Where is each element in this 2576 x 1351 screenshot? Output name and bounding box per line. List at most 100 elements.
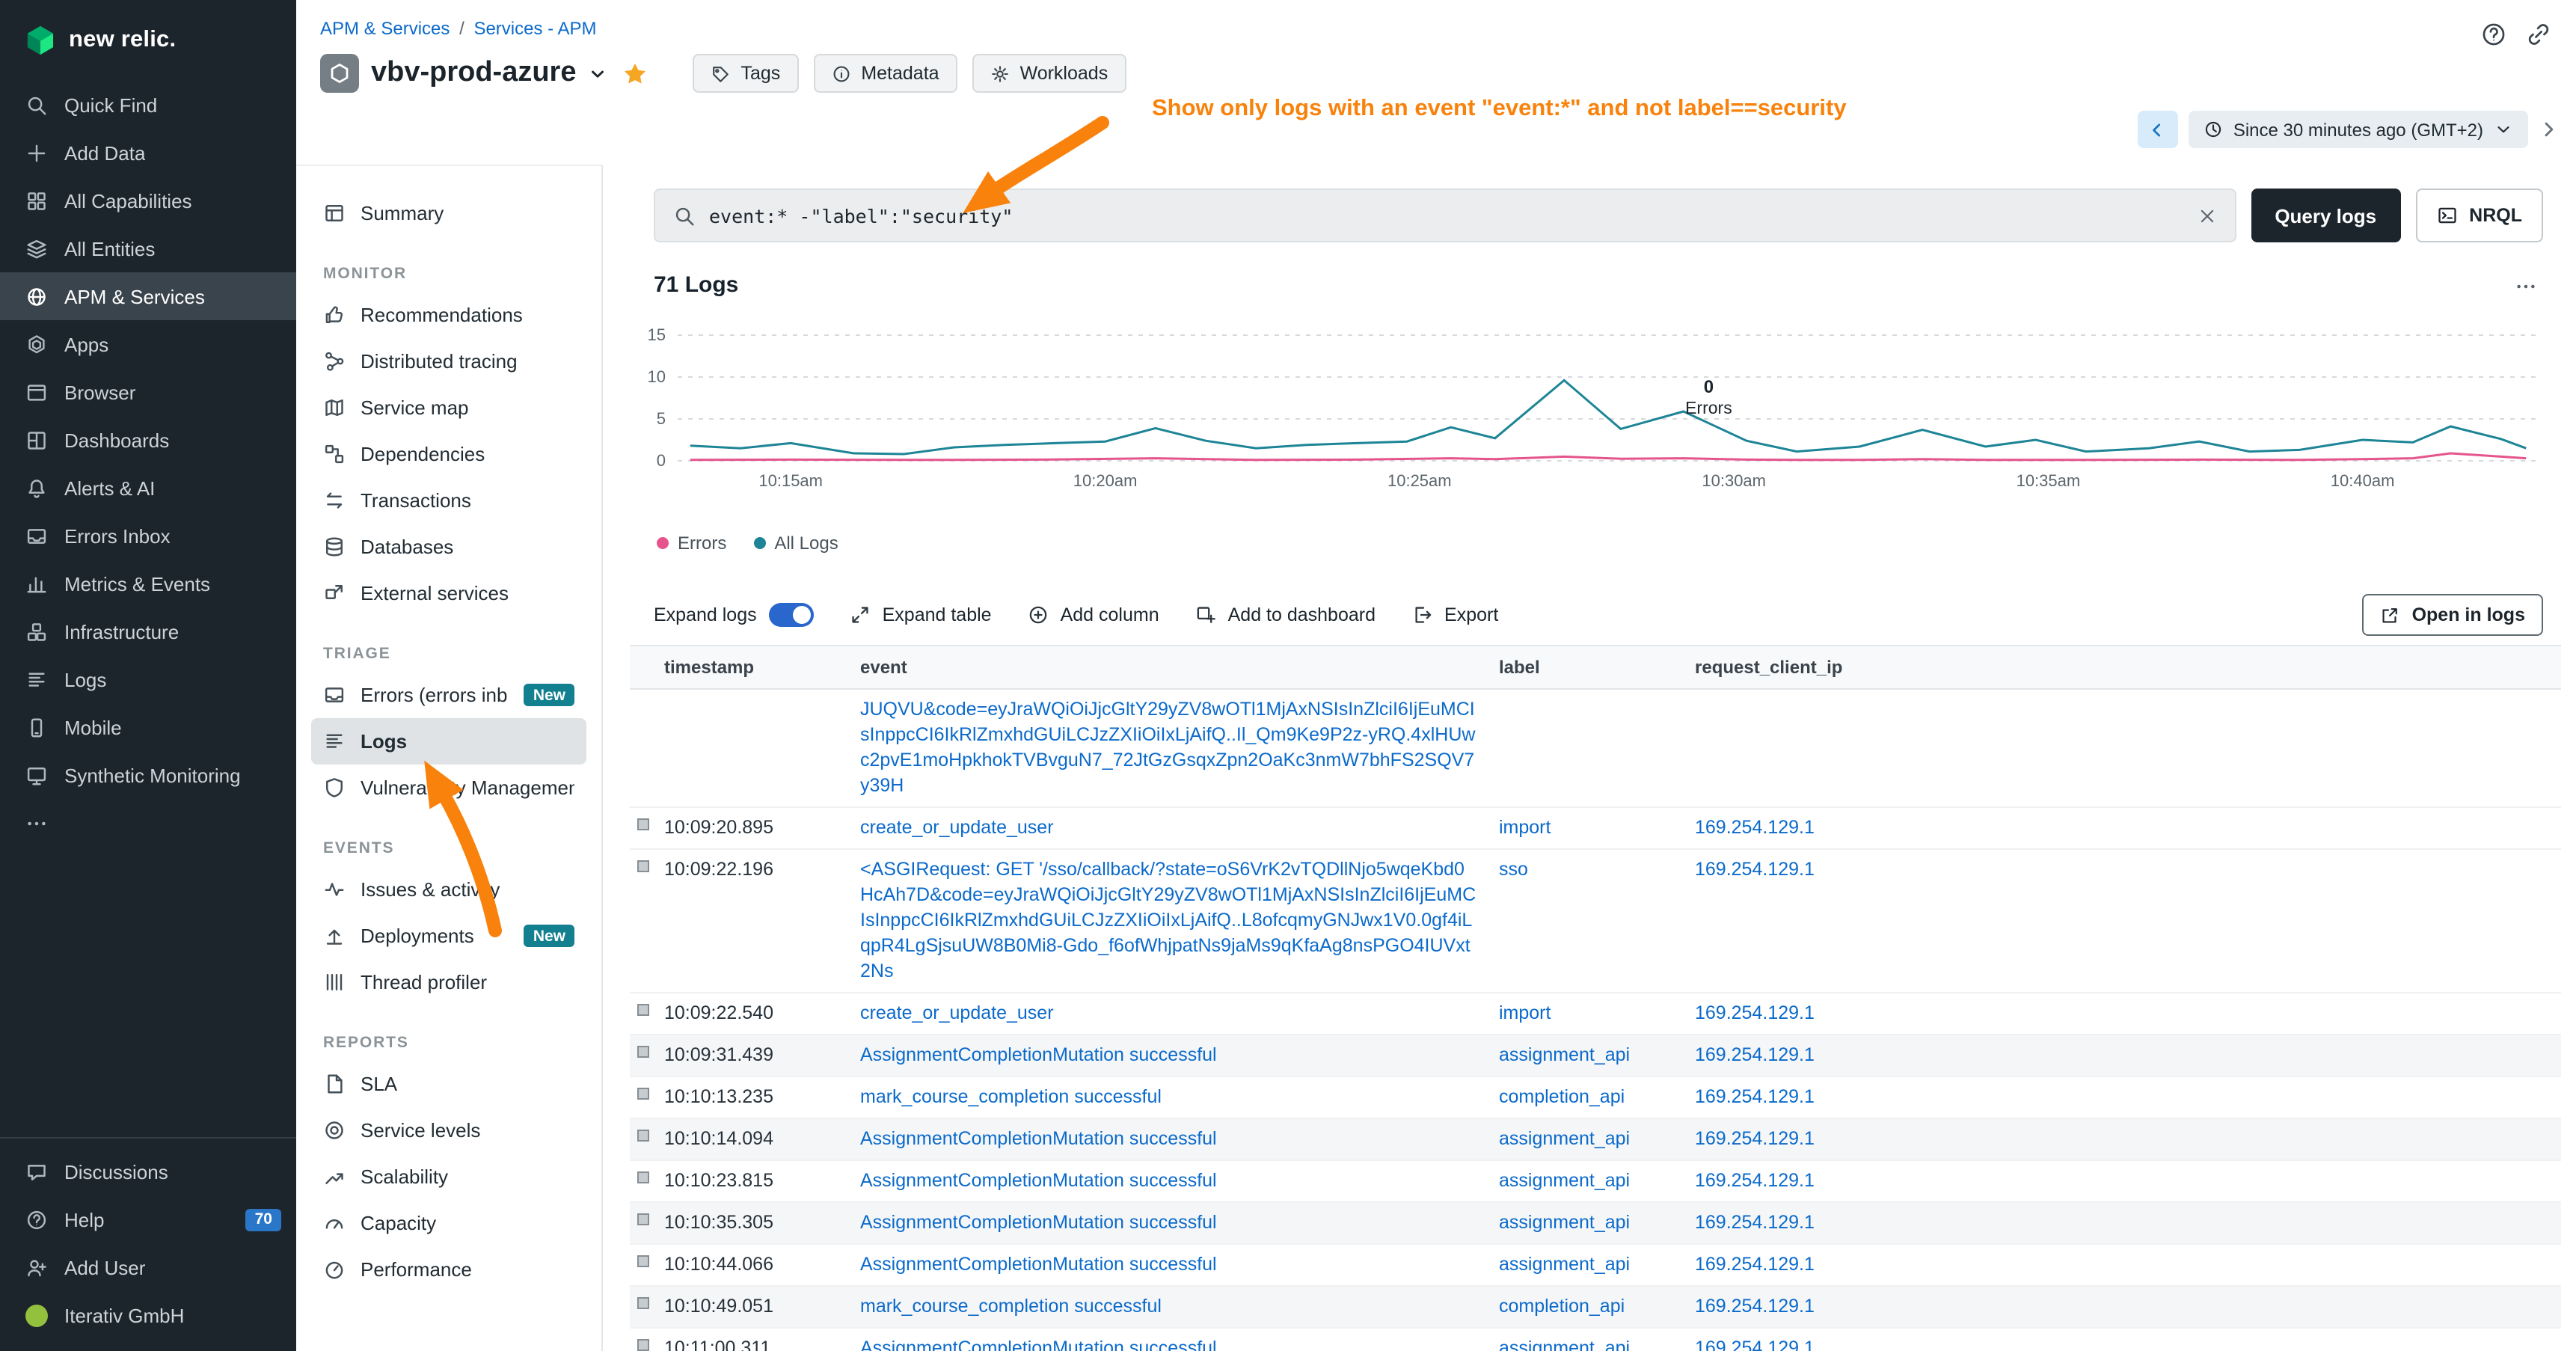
log-row[interactable]: 10:10:44.066AssignmentCompletionMutation… — [630, 1245, 2561, 1287]
log-label-link[interactable]: assignment_api — [1499, 1044, 1630, 1065]
entity-menu-chevron-icon[interactable] — [589, 64, 608, 83]
column-header-timestamp[interactable]: timestamp — [660, 646, 853, 688]
log-event-link[interactable]: AssignmentCompletionMutation successful — [860, 1212, 1217, 1233]
subnav-item-performance[interactable]: Performance — [311, 1246, 586, 1293]
log-ip-link[interactable]: 169.254.129.1 — [1695, 817, 1815, 838]
log-event-link[interactable]: create_or_update_user — [860, 1002, 1054, 1023]
breadcrumb-link-apm-services[interactable]: APM & Services — [320, 18, 450, 39]
sidebar-item-discussions[interactable]: Discussions — [0, 1148, 296, 1195]
log-label-link[interactable]: import — [1499, 1002, 1551, 1023]
copy-link-icon[interactable] — [2525, 21, 2552, 48]
row-checkbox[interactable] — [637, 1088, 649, 1100]
column-header-request_client_ip[interactable]: request_client_ip — [1687, 646, 2561, 688]
time-back-button[interactable] — [2138, 111, 2178, 148]
log-ip-link[interactable]: 169.254.129.1 — [1695, 1002, 1815, 1023]
log-row[interactable]: 10:10:14.094AssignmentCompletionMutation… — [630, 1119, 2561, 1161]
row-checkbox[interactable] — [637, 818, 649, 830]
log-ip-link[interactable]: 169.254.129.1 — [1695, 1044, 1815, 1065]
brand[interactable]: new relic. — [0, 0, 296, 81]
more-options-icon[interactable] — [2515, 275, 2537, 298]
log-event-link[interactable]: AssignmentCompletionMutation successful — [860, 1044, 1217, 1065]
sidebar-item-help[interactable]: Help70 — [0, 1195, 296, 1243]
expand-table-button[interactable]: Expand table — [850, 604, 992, 625]
log-row[interactable]: 10:09:31.439AssignmentCompletionMutation… — [630, 1035, 2561, 1077]
subnav-item-service-map[interactable]: Service map — [311, 385, 586, 431]
add-to-dashboard-button[interactable]: Add to dashboard — [1195, 604, 1376, 625]
log-row[interactable]: 10:10:49.051mark_course_completion succe… — [630, 1287, 2561, 1329]
log-label-link[interactable]: completion_api — [1499, 1086, 1625, 1107]
subnav-item-scalability[interactable]: Scalability — [311, 1154, 586, 1200]
log-label-link[interactable]: assignment_api — [1499, 1128, 1630, 1149]
log-row[interactable]: 10:09:20.895create_or_update_userimport1… — [630, 808, 2561, 850]
log-event-link[interactable]: JUQVU&code=eyJraWQiOiJjcGltY29yZV8wOTl1M… — [860, 699, 1475, 796]
nrql-button[interactable]: NRQL — [2415, 189, 2543, 242]
row-checkbox[interactable] — [637, 1339, 649, 1351]
clear-query-icon[interactable] — [2197, 206, 2216, 225]
subnav-item-logs[interactable]: Logs — [311, 718, 586, 765]
log-ip-link[interactable]: 169.254.129.1 — [1695, 1338, 1815, 1351]
log-ip-link[interactable]: 169.254.129.1 — [1695, 859, 1815, 880]
query-logs-button[interactable]: Query logs — [2251, 189, 2400, 242]
subnav-item-transactions[interactable]: Transactions — [311, 477, 586, 524]
log-event-link[interactable]: AssignmentCompletionMutation successful — [860, 1170, 1217, 1191]
subnav-item-issues-activity[interactable]: Issues & activity — [311, 866, 586, 913]
open-in-logs-button[interactable]: Open in logs — [2363, 594, 2543, 636]
column-header-label[interactable]: label — [1491, 646, 1687, 688]
log-label-link[interactable]: assignment_api — [1499, 1338, 1630, 1351]
logs-query-input[interactable]: event:* -"label":"security" — [654, 189, 2236, 242]
log-row[interactable]: 10:09:22.540create_or_update_userimport1… — [630, 993, 2561, 1035]
breadcrumb-link-services-apm[interactable]: Services - APM — [473, 18, 596, 39]
sidebar-item-add-data[interactable]: Add Data — [0, 129, 296, 177]
log-row[interactable]: 10:10:13.235mark_course_completion succe… — [630, 1077, 2561, 1119]
log-row[interactable]: 10:10:23.815AssignmentCompletionMutation… — [630, 1161, 2561, 1203]
remove-column-icon[interactable] — [1460, 659, 1476, 676]
log-ip-link[interactable]: 169.254.129.1 — [1695, 1170, 1815, 1191]
log-label-link[interactable]: assignment_api — [1499, 1170, 1630, 1191]
favorite-star-icon[interactable] — [623, 61, 648, 86]
subnav-item-external-services[interactable]: External services — [311, 570, 586, 616]
subnav-item-thread-profiler[interactable]: Thread profiler — [311, 959, 586, 1005]
log-row[interactable]: 10:09:22.196<ASGIRequest: GET '/sso/call… — [630, 850, 2561, 993]
subnav-item-vulnerability-management[interactable]: Vulnerability Management — [311, 765, 586, 811]
log-event-link[interactable]: AssignmentCompletionMutation successful — [860, 1128, 1217, 1149]
sidebar-item-synthetic-monitoring[interactable]: Synthetic Monitoring — [0, 751, 296, 799]
log-event-link[interactable]: mark_course_completion successful — [860, 1086, 1162, 1107]
log-ip-link[interactable]: 169.254.129.1 — [1695, 1086, 1815, 1107]
subnav-item-errors-errors-inb[interactable]: Errors (errors inb...New — [311, 672, 586, 718]
remove-column-icon[interactable] — [821, 659, 838, 676]
log-ip-link[interactable]: 169.254.129.1 — [1695, 1128, 1815, 1149]
log-label-link[interactable]: sso — [1499, 859, 1528, 880]
subnav-item-distributed-tracing[interactable]: Distributed tracing — [311, 338, 586, 385]
log-label-link[interactable]: import — [1499, 817, 1551, 838]
export-button[interactable]: Export — [1411, 604, 1498, 625]
time-picker[interactable]: Since 30 minutes ago (GMT+2) — [2189, 111, 2528, 148]
sidebar-item-logs[interactable]: Logs — [0, 655, 296, 703]
legend-errors[interactable]: Errors — [657, 533, 726, 554]
row-checkbox[interactable] — [637, 860, 649, 872]
sidebar-item-apm-services[interactable]: APM & Services — [0, 272, 296, 320]
subnav-item-service-levels[interactable]: Service levels — [311, 1107, 586, 1154]
subnav-item-capacity[interactable]: Capacity — [311, 1200, 586, 1246]
row-checkbox[interactable] — [637, 1297, 649, 1309]
log-event-link[interactable]: mark_course_completion successful — [860, 1296, 1162, 1317]
expand-logs-toggle[interactable] — [769, 603, 814, 627]
log-label-link[interactable]: assignment_api — [1499, 1254, 1630, 1275]
row-checkbox[interactable] — [637, 1130, 649, 1142]
log-label-link[interactable]: assignment_api — [1499, 1212, 1630, 1233]
column-header-event[interactable]: event — [853, 646, 1491, 688]
sidebar-item-alerts-ai[interactable]: Alerts & AI — [0, 464, 296, 512]
subnav-item-summary[interactable]: Summary — [311, 190, 586, 236]
sidebar-item-more[interactable] — [0, 799, 296, 847]
row-checkbox[interactable] — [637, 1046, 649, 1058]
row-checkbox[interactable] — [637, 1255, 649, 1267]
log-ip-link[interactable]: 169.254.129.1 — [1695, 1212, 1815, 1233]
row-checkbox[interactable] — [637, 1171, 649, 1183]
log-row[interactable]: JUQVU&code=eyJraWQiOiJjcGltY29yZV8wOTl1M… — [630, 690, 2561, 808]
time-forward-icon[interactable] — [2539, 120, 2558, 139]
sidebar-item-all-entities[interactable]: All Entities — [0, 224, 296, 272]
entity-button-metadata[interactable]: Metadata — [813, 54, 957, 93]
log-row[interactable]: 10:10:35.305AssignmentCompletionMutation… — [630, 1203, 2561, 1245]
sidebar-item-quick-find[interactable]: Quick Find — [0, 81, 296, 129]
sidebar-item-dashboards[interactable]: Dashboards — [0, 416, 296, 464]
sidebar-item-iterativ-gmbh[interactable]: Iterativ GmbH — [0, 1291, 296, 1339]
